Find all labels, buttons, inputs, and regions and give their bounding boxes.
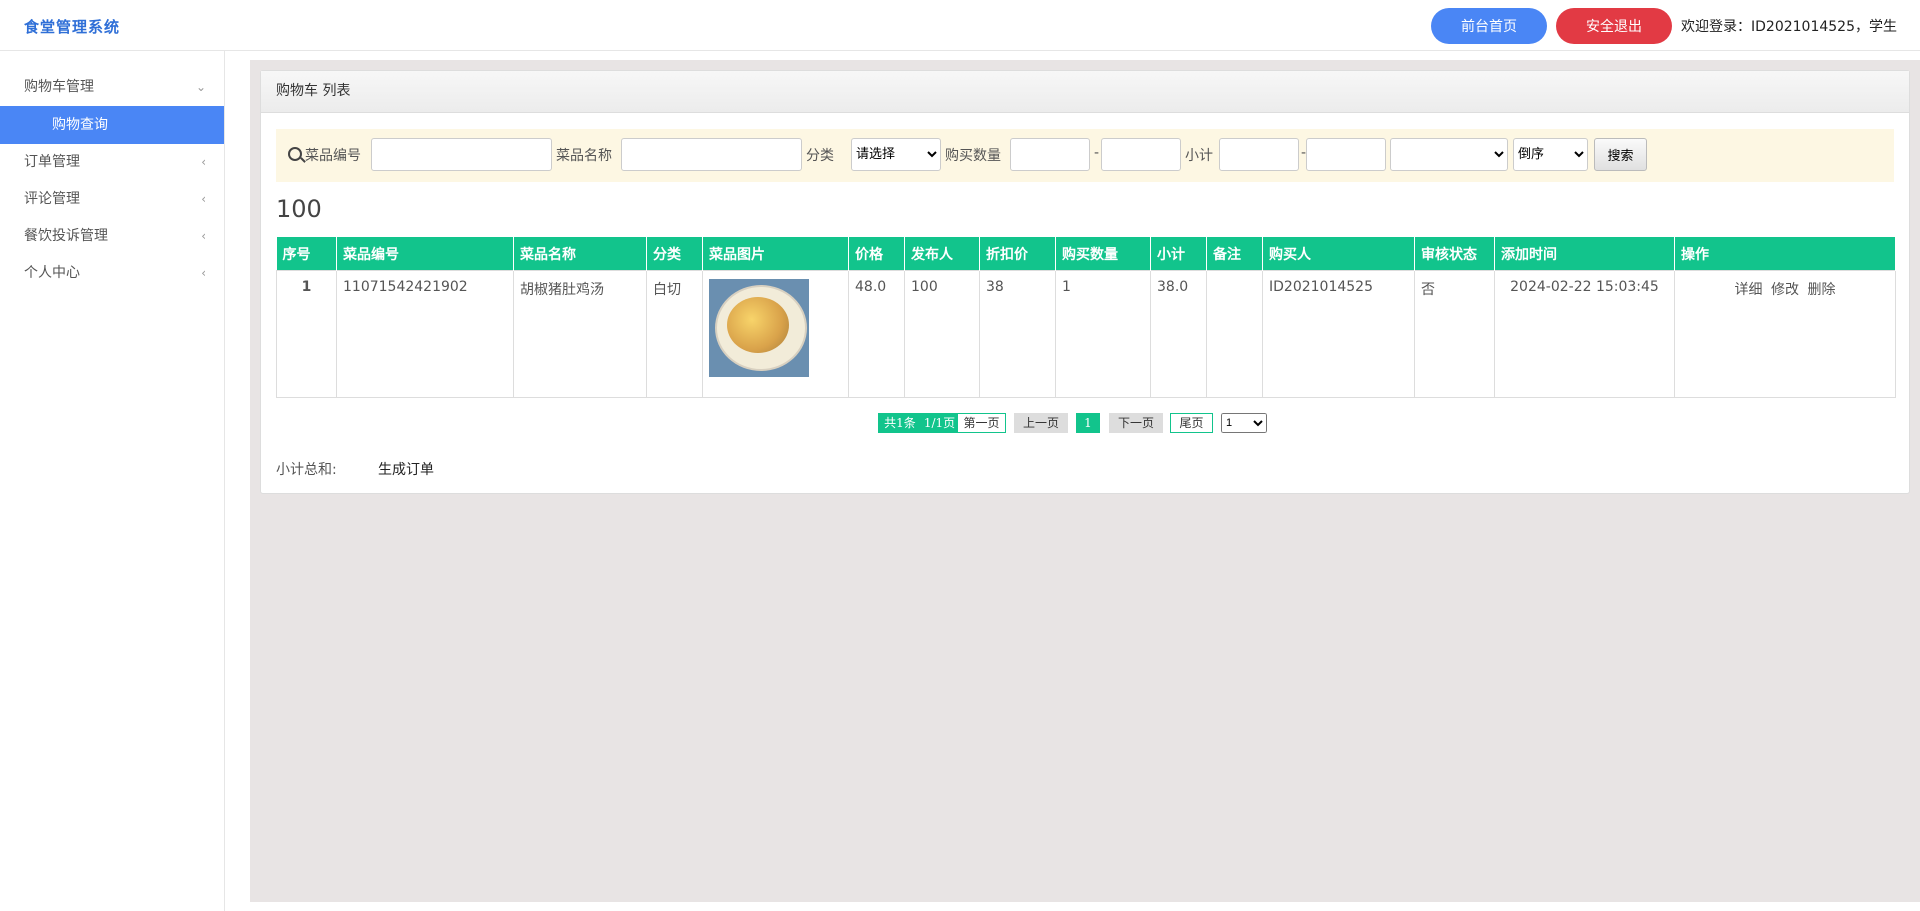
quantity-max-input[interactable] <box>1101 138 1181 171</box>
frontend-home-button[interactable]: 前台首页 <box>1431 8 1547 44</box>
cell-dish-image <box>702 270 849 398</box>
table-header-row: 序号 菜品编号 菜品名称 分类 菜品图片 价格 发布人 折扣价 购买数量 小计 … <box>276 237 1896 271</box>
total-count: 100 <box>276 195 322 223</box>
dish-code-label: 菜品编号 <box>305 148 361 164</box>
column-header[interactable]: 菜品图片 <box>702 237 849 271</box>
sidebar-item-comment-management[interactable]: 评论管理 ‹ <box>0 181 224 218</box>
column-header[interactable]: 序号 <box>276 237 337 271</box>
column-header[interactable]: 菜品编号 <box>336 237 514 271</box>
search-bar: 菜品编号 菜品名称 分类 请选择 购买数量 - 小计 - 倒序 搜索 <box>276 129 1894 182</box>
column-header[interactable]: 购买数量 <box>1055 237 1151 271</box>
sort-field-select[interactable] <box>1390 138 1508 171</box>
cell-operations: 详细 修改 删除 <box>1674 270 1896 398</box>
search-button[interactable]: 搜索 <box>1594 138 1647 171</box>
chevron-left-icon: ‹ <box>201 155 206 169</box>
sidebar-item-label: 个人中心 <box>24 265 80 281</box>
column-header[interactable]: 审核状态 <box>1414 237 1495 271</box>
top-header: 食堂管理系统 前台首页 安全退出 欢迎登录：ID2021014525，学生 <box>0 0 1920 51</box>
pager-last[interactable]: 尾页 <box>1170 413 1213 433</box>
sidebar-item-label: 订单管理 <box>24 154 80 170</box>
subtotal-min-input[interactable] <box>1219 138 1299 171</box>
column-header[interactable]: 分类 <box>646 237 703 271</box>
edit-link[interactable]: 修改 <box>1771 282 1799 298</box>
chevron-left-icon: ‹ <box>201 229 206 243</box>
detail-link[interactable]: 详细 <box>1735 282 1763 298</box>
pager-prev[interactable]: 上一页 <box>1014 413 1068 433</box>
cart-list-panel: 购物车 列表 菜品编号 菜品名称 分类 请选择 购买数量 - 小计 - 倒序 搜… <box>260 70 1910 494</box>
pager-pages: 1/1页 <box>922 413 957 433</box>
cell-discount: 38 <box>979 270 1056 398</box>
column-header[interactable]: 菜品名称 <box>513 237 647 271</box>
app-brand: 食堂管理系统 <box>24 18 121 36</box>
sidebar-item-cart-management[interactable]: 购物车管理 ⌄ <box>0 69 224 106</box>
column-header[interactable]: 价格 <box>848 237 905 271</box>
range-dash: - <box>1094 145 1100 161</box>
sidebar-item-label: 餐饮投诉管理 <box>24 228 108 244</box>
column-header[interactable]: 小计 <box>1150 237 1207 271</box>
quantity-label: 购买数量 <box>945 148 1001 164</box>
quantity-min-input[interactable] <box>1010 138 1090 171</box>
category-label: 分类 <box>806 148 834 164</box>
pager-next[interactable]: 下一页 <box>1109 413 1163 433</box>
subtotal-label: 小计 <box>1185 148 1213 164</box>
dish-name-input[interactable] <box>621 138 802 171</box>
subtotal-max-input[interactable] <box>1306 138 1386 171</box>
logout-button[interactable]: 安全退出 <box>1556 8 1672 44</box>
pager-total: 共1条 <box>878 413 922 433</box>
sidebar-item-complaint-management[interactable]: 餐饮投诉管理 ‹ <box>0 218 224 255</box>
cell-remark <box>1206 270 1263 398</box>
pagination: 共1条 1/1页 第一页 上一页 1 下一页 尾页 1 <box>261 413 1911 433</box>
delete-link[interactable]: 删除 <box>1807 282 1835 298</box>
column-header[interactable]: 发布人 <box>904 237 980 271</box>
cell-category: 白切 <box>646 270 703 398</box>
category-select[interactable]: 请选择 <box>851 138 941 171</box>
cell-dish-name: 胡椒猪肚鸡汤 <box>513 270 647 398</box>
column-header[interactable]: 折扣价 <box>979 237 1056 271</box>
cell-quantity: 1 <box>1055 270 1151 398</box>
cell-dish-code: 11071542421902 <box>336 270 514 398</box>
cell-add-time: 2024-02-22 15:03:45 <box>1494 270 1675 398</box>
sort-order-select[interactable]: 倒序 <box>1513 138 1588 171</box>
sidebar-item-label: 购物车管理 <box>24 79 94 95</box>
sidebar-item-personal-center[interactable]: 个人中心 ‹ <box>0 255 224 292</box>
welcome-text: 欢迎登录：ID2021014525，学生 <box>1681 19 1897 35</box>
column-header[interactable]: 操作 <box>1674 237 1896 271</box>
sidebar-item-label: 评论管理 <box>24 191 80 207</box>
column-header[interactable]: 备注 <box>1206 237 1263 271</box>
cell-buyer: ID2021014525 <box>1262 270 1415 398</box>
dish-image[interactable] <box>709 279 809 377</box>
search-icon <box>288 147 302 161</box>
pager-first[interactable]: 第一页 <box>957 413 1006 433</box>
cell-subtotal: 38.0 <box>1150 270 1207 398</box>
pager-jump-select[interactable]: 1 <box>1221 413 1267 433</box>
dish-name-label: 菜品名称 <box>556 148 612 164</box>
column-header[interactable]: 添加时间 <box>1494 237 1675 271</box>
sidebar: 购物车管理 ⌄ 购物查询 订单管理 ‹ 评论管理 ‹ 餐饮投诉管理 ‹ 个人中心… <box>0 51 225 911</box>
sidebar-item-cart-query[interactable]: 购物查询 <box>0 106 224 144</box>
cell-index: 1 <box>276 270 337 398</box>
chevron-left-icon: ‹ <box>201 192 206 206</box>
chevron-down-icon: ⌄ <box>195 80 206 94</box>
dish-code-input[interactable] <box>371 138 552 171</box>
cell-publisher: 100 <box>904 270 980 398</box>
cell-audit-status: 否 <box>1414 270 1495 398</box>
chevron-left-icon: ‹ <box>201 266 206 280</box>
cart-table: 序号 菜品编号 菜品名称 分类 菜品图片 价格 发布人 折扣价 购买数量 小计 … <box>276 237 1896 398</box>
main-content: 购物车 列表 菜品编号 菜品名称 分类 请选择 购买数量 - 小计 - 倒序 搜… <box>250 60 1920 902</box>
make-order-button[interactable]: 生成订单 <box>378 459 434 479</box>
sidebar-item-order-management[interactable]: 订单管理 ‹ <box>0 144 224 181</box>
pager-current[interactable]: 1 <box>1076 413 1100 433</box>
panel-title: 购物车 列表 <box>261 71 1909 113</box>
column-header[interactable]: 购买人 <box>1262 237 1415 271</box>
cell-price: 48.0 <box>848 270 905 398</box>
table-row: 1 11071542421902 胡椒猪肚鸡汤 白切 48.0 100 38 1… <box>276 270 1896 398</box>
subtotal-sum-label: 小计总和: <box>276 462 337 478</box>
